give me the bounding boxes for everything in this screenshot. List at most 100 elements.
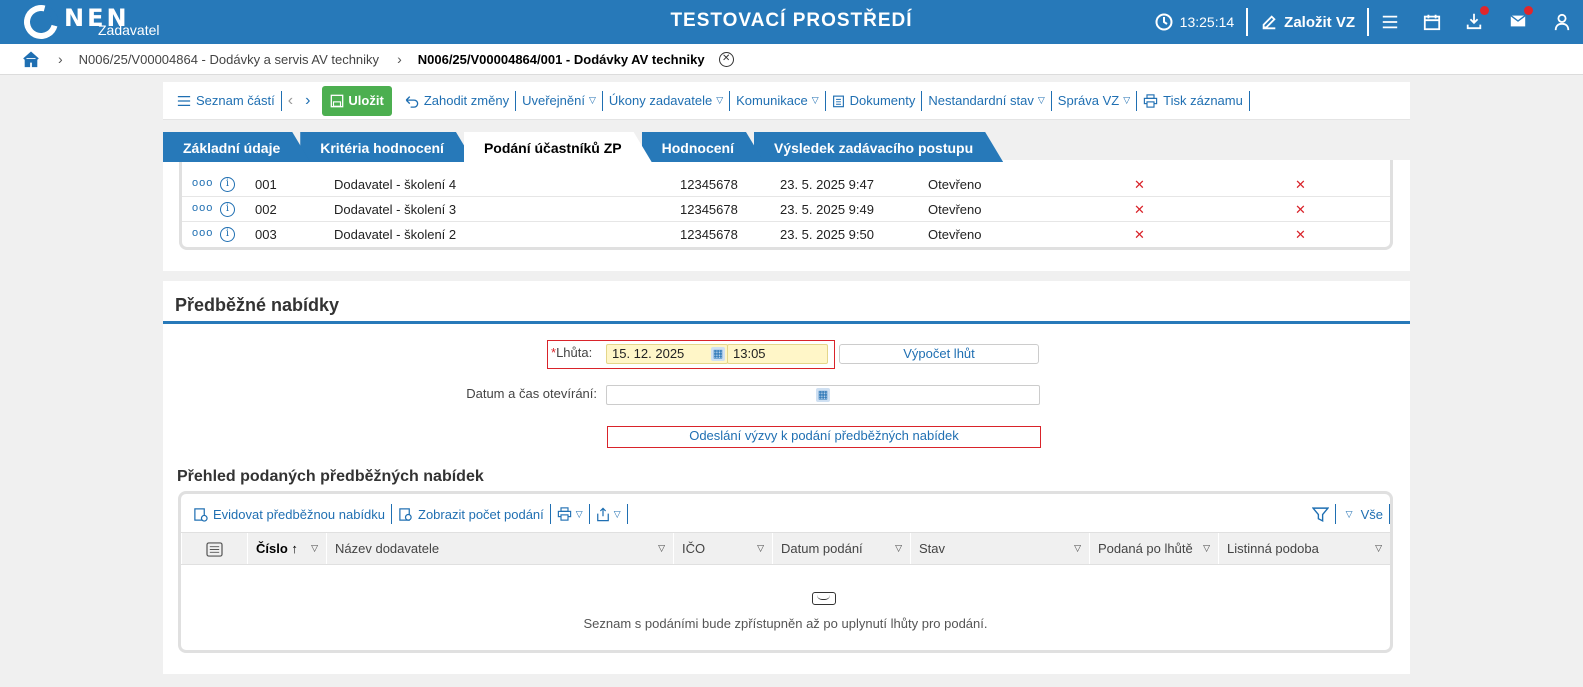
chevron-left-icon: ‹ bbox=[287, 91, 294, 109]
close-icon[interactable]: ✕ bbox=[718, 51, 734, 67]
caret-down-icon[interactable]: ▽ bbox=[658, 533, 665, 564]
vz-admin-menu[interactable]: Správa VZ ▽ bbox=[1052, 90, 1138, 111]
parts-list-button[interactable]: Seznam částí bbox=[171, 90, 282, 111]
column-number[interactable]: Číslo ↑ ▽ bbox=[247, 533, 326, 564]
more-options-icon[interactable]: ooo bbox=[192, 202, 213, 214]
share-icon bbox=[596, 507, 609, 521]
calculate-deadlines-button[interactable]: Výpočet lhůt bbox=[839, 344, 1039, 364]
filter-button[interactable] bbox=[1306, 504, 1336, 524]
row-state: Otevřeno bbox=[928, 177, 982, 192]
downloads-button[interactable] bbox=[1453, 0, 1497, 44]
row-date: 23. 5. 2025 9:50 bbox=[780, 227, 874, 242]
paper-cross-icon: ✕ bbox=[1295, 202, 1306, 217]
row-date: 23. 5. 2025 9:47 bbox=[780, 177, 874, 192]
row-number: 002 bbox=[255, 202, 277, 217]
info-icon[interactable]: i bbox=[220, 227, 235, 242]
caret-down-icon[interactable]: ▽ bbox=[1375, 533, 1382, 564]
discard-changes-button[interactable]: Zahodit změny bbox=[398, 90, 517, 111]
show-count-button[interactable]: Zobrazit počet podání bbox=[392, 504, 551, 524]
documents-label: Dokumenty bbox=[849, 93, 916, 108]
row-supplier: Dodavatel - školení 4 bbox=[334, 177, 457, 192]
table-header: Číslo ↑ ▽ Název dodavatele ▽ IČO ▽ Datum po… bbox=[181, 532, 1390, 565]
messages-button[interactable] bbox=[1497, 0, 1541, 44]
home-icon[interactable] bbox=[22, 50, 40, 68]
user-button[interactable] bbox=[1541, 0, 1583, 44]
mail-icon bbox=[1510, 15, 1526, 27]
caret-down-icon: ▽ bbox=[588, 95, 596, 105]
column-date[interactable]: Datum podání ▽ bbox=[772, 533, 910, 564]
deadline-time-input[interactable]: 13:05 bbox=[727, 344, 828, 364]
preliminary-offers-table: Evidovat předběžnou nabídku Zobrazit poč… bbox=[178, 491, 1393, 653]
table-row[interactable]: ooo i 001 Dodavatel - školení 4 12345678… bbox=[182, 172, 1390, 197]
export-menu[interactable]: ▽ bbox=[590, 504, 628, 524]
column-late[interactable]: Podaná po lhůtě ▽ bbox=[1089, 533, 1218, 564]
more-options-icon[interactable]: ooo bbox=[192, 227, 213, 239]
settings-sliders-icon bbox=[206, 542, 223, 557]
create-vz-label: Založit VZ bbox=[1284, 13, 1355, 31]
menu-button[interactable] bbox=[1369, 0, 1411, 44]
row-supplier: Dodavatel - školení 3 bbox=[334, 202, 457, 217]
caret-down-icon[interactable]: ▽ bbox=[1203, 533, 1210, 564]
clipboard-icon bbox=[832, 95, 844, 107]
row-state: Otevřeno bbox=[928, 227, 982, 242]
tab-procedure-result[interactable]: Výsledek zadávacího postupu bbox=[754, 132, 1003, 162]
row-number: 003 bbox=[255, 227, 277, 242]
caret-down-icon[interactable]: ▽ bbox=[757, 533, 764, 564]
tab-evaluation-criteria[interactable]: Kritéria hodnocení bbox=[300, 132, 474, 162]
row-ico: 12345678 bbox=[680, 202, 738, 217]
print-record-button[interactable]: Tisk záznamu bbox=[1137, 90, 1250, 111]
column-supplier[interactable]: Název dodavatele ▽ bbox=[326, 533, 673, 564]
tab-evaluation[interactable]: Hodnocení bbox=[642, 132, 764, 162]
caret-down-icon: ▽ bbox=[811, 95, 819, 105]
empty-message: Seznam s podáními bude zpřístupněn až po… bbox=[583, 616, 988, 631]
create-vz-button[interactable]: Založit VZ bbox=[1248, 0, 1367, 44]
next-button[interactable]: › bbox=[299, 91, 316, 111]
caret-down-icon: ▽ bbox=[1037, 95, 1045, 105]
row-ico: 12345678 bbox=[680, 177, 738, 192]
breadcrumb: › N006/25/V00004864 - Dodávky a servis A… bbox=[0, 44, 1583, 75]
caret-down-icon[interactable]: ▽ bbox=[895, 533, 902, 564]
calendar-button[interactable] bbox=[1411, 0, 1453, 44]
breadcrumb-item[interactable]: N006/25/V00004864 - Dodávky a servis AV … bbox=[79, 52, 379, 67]
info-icon[interactable]: i bbox=[220, 177, 235, 192]
send-invitation-button[interactable]: Odeslání výzvy k podání předběžných nabí… bbox=[609, 427, 1039, 447]
table-row[interactable]: ooo i 002 Dodavatel - školení 3 12345678… bbox=[182, 197, 1390, 222]
deadline-date-input[interactable]: 15. 12. 2025 ▦ bbox=[606, 344, 728, 364]
record-offer-label: Evidovat předběžnou nabídku bbox=[213, 506, 386, 522]
communication-menu[interactable]: Komunikace ▽ bbox=[730, 90, 826, 111]
actions-menu[interactable]: Úkony zadavatele ▽ bbox=[603, 90, 731, 111]
clipboard-gear-icon bbox=[194, 507, 208, 522]
calendar-icon[interactable]: ▦ bbox=[816, 388, 830, 402]
calendar-icon[interactable]: ▦ bbox=[711, 347, 725, 361]
more-options-icon[interactable]: ooo bbox=[192, 177, 213, 189]
overview-title: Přehled podaných předběžných nabídek bbox=[177, 468, 484, 485]
tab-submissions[interactable]: Podání účastníků ZP bbox=[464, 132, 652, 162]
documents-button[interactable]: Dokumenty bbox=[826, 90, 923, 111]
caret-down-icon[interactable]: ▽ bbox=[311, 533, 318, 564]
caret-down-icon[interactable]: ▽ bbox=[1074, 533, 1081, 564]
list-icon bbox=[177, 95, 191, 106]
opening-datetime-input[interactable]: ▦ bbox=[606, 385, 1040, 405]
tab-basic-info[interactable]: Základní údaje bbox=[163, 132, 310, 162]
deadline-label: *Lhůta: bbox=[551, 345, 593, 360]
print-menu[interactable]: ▽ bbox=[551, 504, 590, 524]
print-label: Tisk záznamu bbox=[1163, 93, 1243, 108]
column-state[interactable]: Stav ▽ bbox=[910, 533, 1089, 564]
chevron-right-icon: › bbox=[58, 51, 63, 67]
save-button[interactable]: Uložit bbox=[322, 85, 392, 116]
publish-label: Uveřejnění bbox=[522, 93, 585, 108]
row-state: Otevřeno bbox=[928, 202, 982, 217]
column-settings[interactable] bbox=[181, 533, 247, 564]
user-icon bbox=[1554, 13, 1570, 31]
view-selector[interactable]: ▽ Vše bbox=[1336, 504, 1390, 524]
record-offer-button[interactable]: Evidovat předběžnou nabídku bbox=[187, 504, 393, 524]
previous-button[interactable]: ‹ bbox=[282, 91, 299, 111]
clock-time: 13:25:14 bbox=[1179, 14, 1235, 30]
publish-menu[interactable]: Uveřejnění ▽ bbox=[516, 90, 603, 111]
undo-icon bbox=[405, 95, 419, 108]
column-ico[interactable]: IČO ▽ bbox=[673, 533, 772, 564]
table-row[interactable]: ooo i 003 Dodavatel - školení 2 12345678… bbox=[182, 222, 1390, 247]
nonstandard-state-menu[interactable]: Nestandardní stav ▽ bbox=[922, 90, 1052, 111]
info-icon[interactable]: i bbox=[220, 202, 235, 217]
column-paper[interactable]: Listinná podoba ▽ bbox=[1218, 533, 1390, 564]
